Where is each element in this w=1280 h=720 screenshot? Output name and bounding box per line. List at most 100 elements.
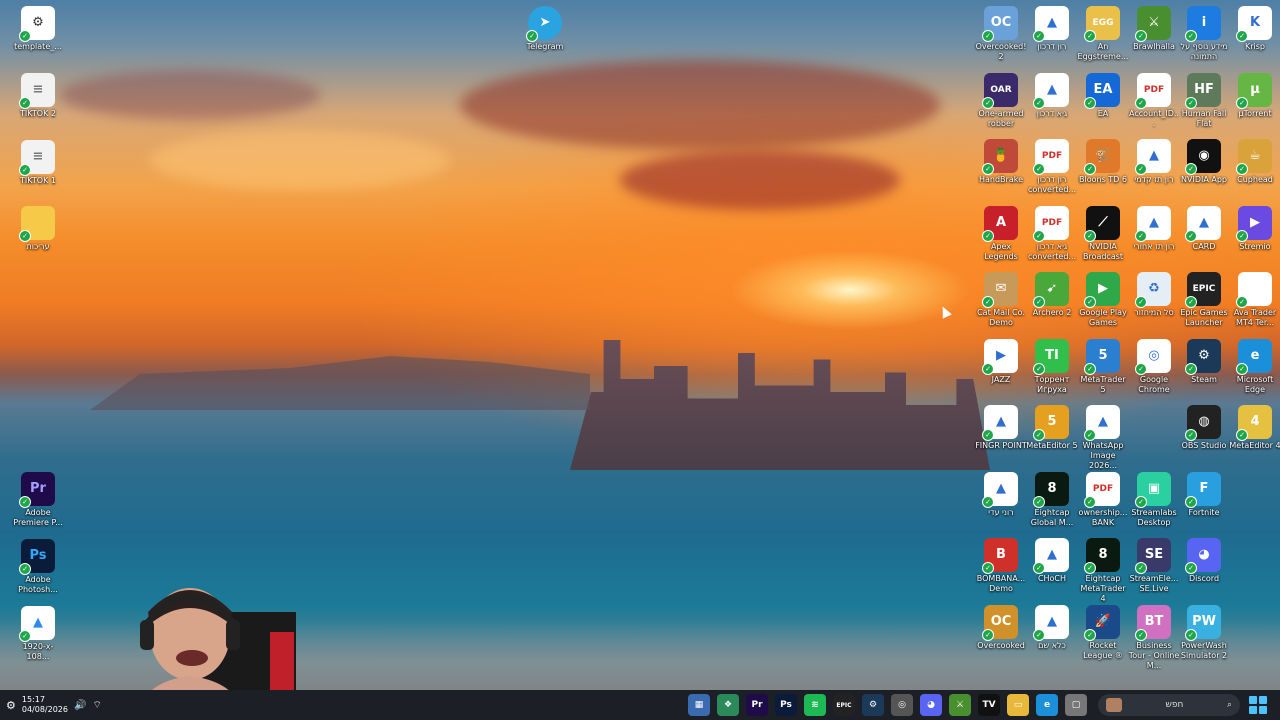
desktop-icon[interactable]: 🐒 ✓ Bloons TD 6	[1077, 139, 1129, 185]
desktop-icon[interactable]: ▲ ✓ CHoCH	[1026, 538, 1078, 584]
desktop-icon[interactable]: F ✓ Fortnite	[1178, 471, 1230, 518]
discord-icon[interactable]: ◕	[920, 694, 942, 716]
desktop-icon[interactable]: ⟋ ✓ NVIDIA Broadcast	[1077, 205, 1129, 262]
desktop-icon[interactable]: ▶ ✓ Stremio	[1229, 205, 1280, 252]
desktop-icon[interactable]: ▲ ✓ CARD	[1178, 205, 1230, 252]
desktop-icon[interactable]: 5 ✓ MetaTrader 5	[1077, 338, 1129, 395]
clock[interactable]: 15:17 04/08/2026	[22, 695, 68, 715]
desktop-icon[interactable]: 🍍 ✓ HandBrake	[975, 139, 1027, 185]
icon-glyph: ▲	[33, 615, 43, 630]
desktop-icon[interactable]: ▲ ✓ WhatsApp Image 2026...	[1077, 405, 1129, 471]
tradingview-icon[interactable]: TV	[978, 694, 1000, 716]
desktop-icon[interactable]: 5 ✓ MetaEditor 5	[1026, 405, 1078, 451]
desktop-icon-label: One-armed robber	[978, 108, 1024, 128]
desktop-icon[interactable]: TI ✓ Торрент Игруха	[1026, 338, 1078, 395]
file-explorer-icon[interactable]: ▭	[1007, 694, 1029, 716]
start-button[interactable]	[1249, 696, 1267, 714]
desktop-icon[interactable]: OC ✓ Overcooked	[975, 604, 1027, 651]
steam-icon[interactable]: ⚙	[862, 694, 884, 716]
edge-icon[interactable]: e	[1036, 694, 1058, 716]
desktop-icon[interactable]: ▲ ✓ רון תז קדמי	[1128, 139, 1180, 185]
desktop-icon[interactable]: EA ✓ EA	[1077, 72, 1129, 119]
desktop-icon[interactable]: ▲ ✓ רון דרכון	[1026, 6, 1078, 52]
sync-check-icon: ✓	[982, 429, 994, 441]
desktop-icon[interactable]: 4 ✓ MetaEditor 4	[1229, 405, 1280, 451]
epic-games-icon[interactable]: EPIC	[833, 694, 855, 716]
desktop-icon[interactable]: 8 ✓ Eightcap Global M...	[1026, 471, 1078, 528]
desktop-icon[interactable]: B ✓ BOMBANA... Demo	[975, 538, 1027, 594]
desktop-icon[interactable]: PDF ✓ ownership... BANK	[1077, 471, 1129, 528]
sync-check-icon: ✓	[1185, 96, 1197, 109]
desktop-icon[interactable]: ◍ ✓ OBS Studio	[1178, 405, 1230, 451]
desktop-icon[interactable]: OC ✓ Overcooked! 2	[975, 6, 1027, 62]
desktop-icon[interactable]: ☕ ✓ Cuphead	[1229, 139, 1280, 185]
desktop-icon[interactable]: ▲ ✓ רון תז אחורי	[1128, 205, 1180, 252]
desktop-icon[interactable]: ◉ ✓ NVIDIA App	[1178, 139, 1230, 185]
desktop-icon[interactable]: i ✓ מידע נוסף על התמונה	[1178, 6, 1230, 62]
desktop-icon[interactable]: ✓ Ava Trader MT4 Ter...	[1229, 272, 1280, 328]
desktop-icon[interactable]: K ✓ Krisp	[1229, 6, 1280, 52]
desktop-icon[interactable]: ⚔ ✓ Brawlhalla	[1128, 6, 1180, 52]
desktop-icon[interactable]: ✓ עריכות	[12, 206, 64, 252]
desktop-icon[interactable]: ▶ ✓ JAZZ	[975, 338, 1027, 385]
desktop-icon-label: ownership... BANK	[1078, 507, 1128, 527]
desktop-icon[interactable]: ▲ ✓ כלא שם	[1026, 604, 1078, 651]
desktop-icon[interactable]: ⚙ ✓ Steam	[1178, 338, 1230, 385]
chrome-icon[interactable]: ◎	[891, 694, 913, 716]
sync-check-icon: ✓	[1185, 562, 1197, 574]
desktop-icon[interactable]: ▣ ✓ Streamlabs Desktop	[1128, 471, 1180, 528]
desktop-icon[interactable]: 🚀 ✓ Rocket League ®	[1077, 604, 1129, 661]
desktop-icon[interactable]: ▲ ✓ 1920-x-108...	[12, 606, 64, 662]
icon-glyph: ▲	[1047, 15, 1057, 30]
desktop-icon[interactable]: ▲ ✓ גיא דרכון	[1026, 72, 1078, 119]
desktop-icon[interactable]: Pr ✓ Adobe Premiere P...	[12, 472, 64, 528]
photos-icon[interactable]: ❖	[717, 694, 739, 716]
sync-check-icon: ✓	[982, 296, 994, 308]
desktop-icon[interactable]: ◎ ✓ Google Chrome	[1128, 338, 1180, 395]
desktop-icon[interactable]: e ✓ Microsoft Edge	[1229, 338, 1280, 395]
brawlhalla-icon[interactable]: ⚔	[949, 694, 971, 716]
settings-icon[interactable]: ⚙	[6, 699, 16, 712]
icon-glyph: OC	[990, 15, 1012, 30]
desktop-icon[interactable]: PDF ✓ Account_ID...	[1128, 72, 1180, 129]
desktop-icon[interactable]: ⚙ ✓ template_...	[12, 6, 64, 52]
desktop-icon[interactable]: EGG ✓ An Eggstreme...	[1077, 6, 1129, 62]
calculator-icon[interactable]: ▦	[688, 694, 710, 716]
desktop-icon[interactable]: ≡ ✓ TIKTOK 2	[12, 73, 64, 119]
icon-glyph: 8	[1047, 480, 1057, 496]
desktop-icon[interactable]: ≡ ✓ TIKTOK 1	[12, 140, 64, 186]
volume-icon[interactable]: 🔊	[74, 700, 86, 711]
desktop-icon[interactable]: ✉ ✓ Cat Mail Co. Demo	[975, 272, 1027, 328]
window-icon[interactable]: ▢	[1065, 694, 1087, 716]
desktop-icon[interactable]: PDF ✓ גיא דרכון converted...	[1026, 205, 1078, 262]
pdf-icon: PDF ✓	[1135, 72, 1171, 109]
taskbar-search-box[interactable]: חפש ⌕	[1098, 694, 1240, 716]
desktop-icon-label: JAZZ	[991, 374, 1011, 384]
desktop-icon[interactable]: ▲ ✓ רוני עדי	[975, 471, 1027, 518]
desktop-icon[interactable]: Ps ✓ Adobe Photosh...	[12, 539, 64, 595]
desktop-icon[interactable]: OAR ✓ One-armed robber	[975, 72, 1027, 129]
desktop-icon-telegram[interactable]: ➤ ✓ Telegram	[519, 6, 571, 52]
desktop-icon[interactable]: A ✓ Apex Legends	[975, 205, 1027, 262]
desktop-icon[interactable]: ♻ ✓ סל המיחזור	[1128, 272, 1180, 318]
spotify-icon[interactable]: ≋	[804, 694, 826, 716]
desktop-icon[interactable]: ▶ ✓ Google Play Games	[1077, 272, 1129, 328]
taskbar-app-glyph: TV	[982, 700, 996, 710]
desktop-icon[interactable]: ➹ ✓ Archero 2	[1026, 272, 1078, 318]
photoshop-icon[interactable]: Ps	[775, 694, 797, 716]
sync-check-icon: ✓	[1185, 30, 1197, 42]
wifi-icon[interactable]: ⌔	[92, 699, 101, 712]
desktop-icon[interactable]: PW ✓ PowerWash Simulator 2	[1178, 604, 1230, 661]
desktop-icon[interactable]: SE ✓ StreamEle... SE.Live	[1128, 538, 1180, 594]
desktop-icon[interactable]: HF ✓ Human Fall Flat	[1178, 72, 1230, 129]
desktop-icon[interactable]: ◕ ✓ Discord	[1178, 538, 1230, 584]
sync-check-icon: ✓	[982, 30, 994, 42]
desktop-icon[interactable]: 8 ✓ Eightcap MetaTrader 4	[1077, 538, 1129, 604]
premiere-icon[interactable]: Pr	[746, 694, 768, 716]
sync-check-icon: ✓	[1033, 163, 1045, 175]
desktop-icon[interactable]: EPIC ✓ Epic Games Launcher	[1178, 272, 1230, 328]
desktop-icon[interactable]: PDF ✓ רון דרכון converted...	[1026, 139, 1078, 195]
desktop-icon[interactable]: ▲ ✓ FINGR POINT	[975, 405, 1027, 451]
desktop-icon[interactable]: µ ✓ µTorrent	[1229, 72, 1280, 119]
desktop-icon[interactable]: BT ✓ Business Tour - Online M...	[1128, 604, 1180, 671]
